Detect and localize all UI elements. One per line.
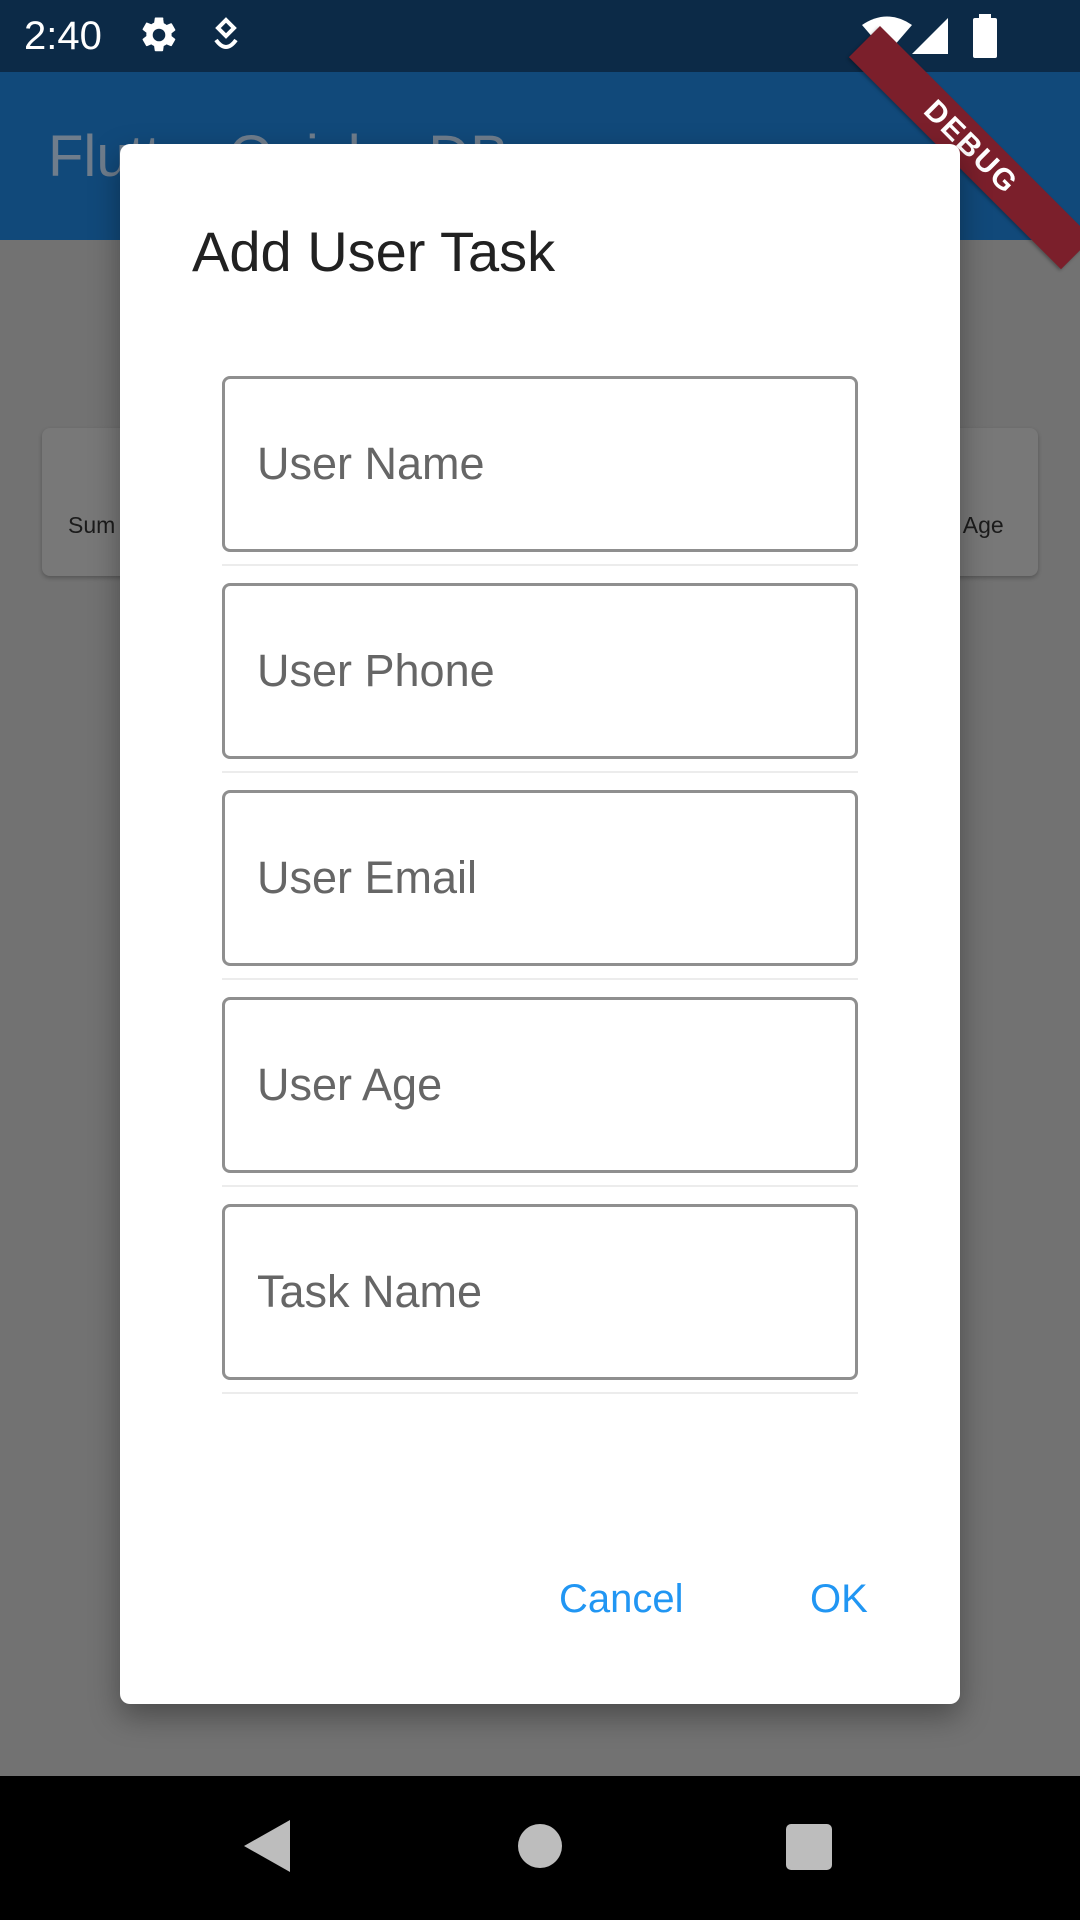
background-card-left-text: Sum [68, 512, 116, 538]
user-name-field-container [222, 376, 858, 566]
home-icon[interactable] [518, 1824, 562, 1868]
user-email-field[interactable] [222, 790, 858, 966]
ok-button[interactable]: OK [802, 1564, 876, 1634]
dialog-actions: Cancel OK [120, 1564, 960, 1634]
user-name-field[interactable] [222, 376, 858, 552]
cancel-button[interactable]: Cancel [551, 1564, 692, 1634]
dialog-title: Add User Task [192, 220, 556, 283]
user-phone-input[interactable] [257, 645, 827, 697]
add-user-task-dialog: Add User Task Cancel OK [120, 144, 960, 1704]
status-bar: 2:40 [0, 0, 1080, 72]
user-phone-field-container [222, 583, 858, 773]
user-age-field[interactable] [222, 997, 858, 1173]
user-age-field-container [222, 997, 858, 1187]
user-email-field-container [222, 790, 858, 980]
task-name-field[interactable] [222, 1204, 858, 1380]
gear-icon [142, 17, 176, 52]
user-name-input[interactable] [257, 438, 827, 490]
task-name-field-container [222, 1204, 858, 1394]
user-phone-field[interactable] [222, 583, 858, 759]
navigation-bar [0, 1776, 1080, 1920]
assistant-icon [214, 17, 238, 49]
recents-icon[interactable] [786, 1824, 832, 1870]
user-email-input[interactable] [257, 852, 827, 904]
battery-icon [973, 14, 997, 58]
status-time: 2:40 [24, 14, 102, 58]
task-name-input[interactable] [257, 1266, 827, 1318]
back-icon[interactable] [244, 1820, 290, 1872]
signal-icon [912, 18, 948, 54]
user-age-input[interactable] [257, 1059, 827, 1111]
